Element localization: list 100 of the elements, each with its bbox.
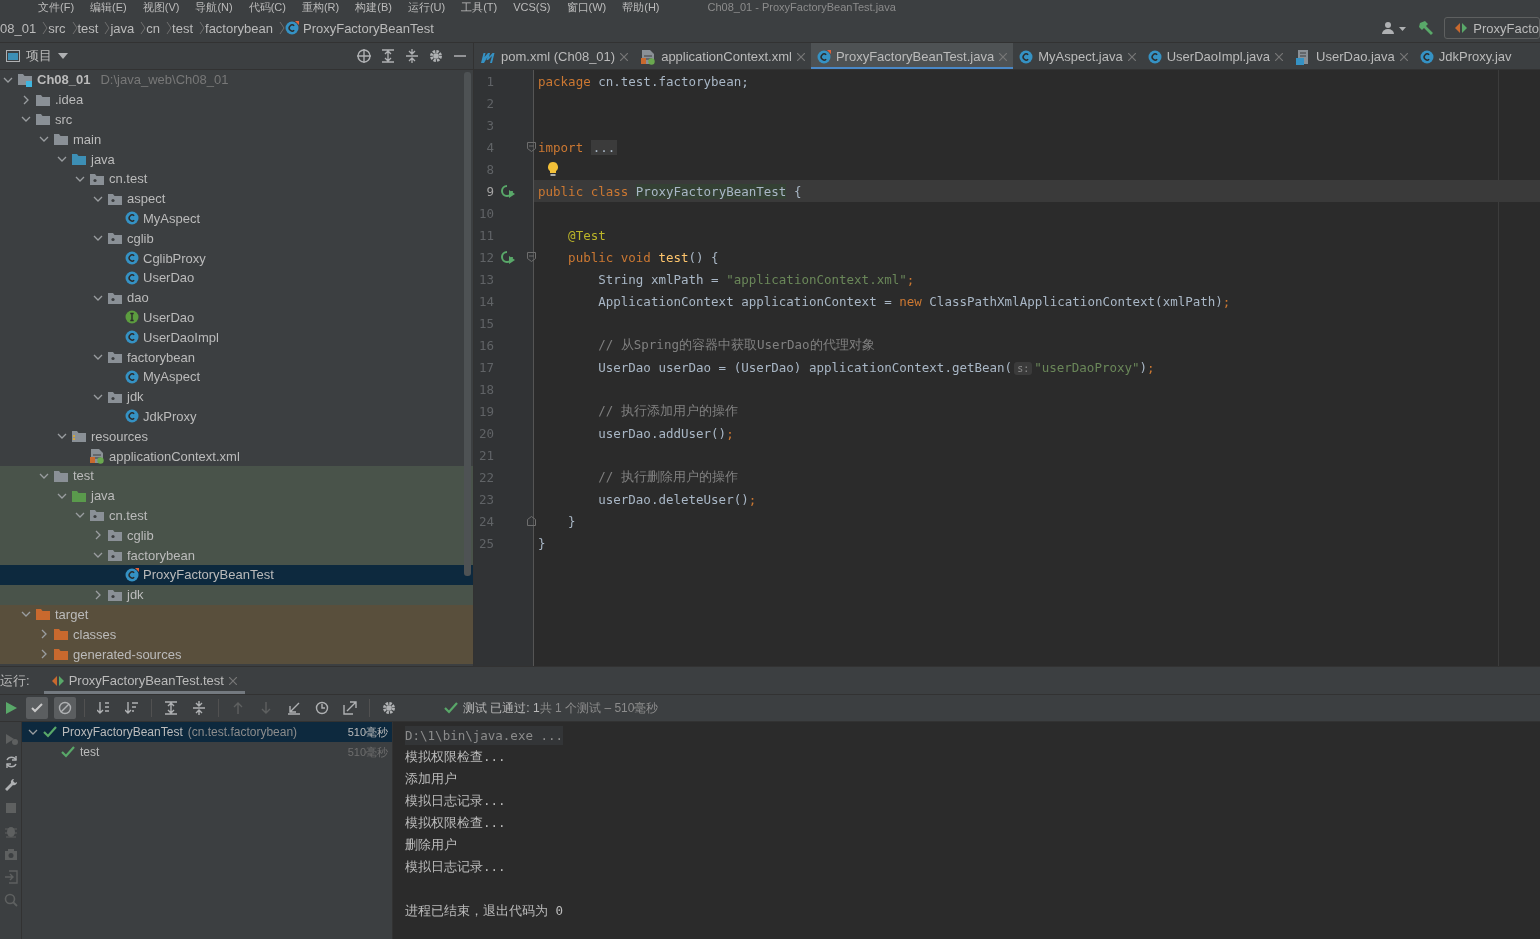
run-configuration[interactable]: ProxyFacto [1444, 17, 1540, 39]
menu-item[interactable]: 工具(T) [453, 0, 506, 14]
project-view-selector[interactable]: 项目 [6, 47, 68, 65]
editor-tab[interactable]: applicationContext.xml [634, 43, 811, 69]
run-tab[interactable]: ProxyFactoryBeanTest.test [43, 667, 245, 694]
tree-item[interactable]: main [0, 129, 473, 150]
toggle-auto-test-icon[interactable] [3, 755, 18, 769]
tree-item[interactable]: factorybean [0, 347, 473, 367]
editor-tab[interactable]: ProxyFactoryBeanTest.java [810, 43, 1014, 69]
locate-icon[interactable] [357, 49, 371, 63]
breadcrumb-item[interactable]: ProxyFactoryBeanTest [284, 20, 440, 36]
package-icon [107, 587, 123, 602]
sort-alphabetically-icon[interactable] [97, 701, 111, 715]
tree-item[interactable]: UserDao [0, 267, 473, 288]
breadcrumb-item[interactable]: factorybean [205, 20, 279, 36]
class-icon [1019, 49, 1034, 64]
tree-item[interactable]: cn.test [0, 169, 473, 189]
breadcrumb-item[interactable]: java [110, 20, 141, 36]
show-passed-icon[interactable] [30, 701, 44, 715]
folder-icon [35, 112, 51, 127]
close-icon[interactable] [620, 52, 629, 61]
menu-item[interactable]: 视图(V) [134, 0, 188, 14]
test-tree-item[interactable]: ProxyFactoryBeanTest (cn.test.factorybean) 510毫秒 [22, 722, 392, 742]
class-icon [125, 211, 139, 226]
close-icon[interactable] [228, 676, 237, 685]
tree-item[interactable]: CglibProxy [0, 248, 473, 268]
tree-item[interactable]: generated-sources [0, 644, 473, 664]
close-icon[interactable] [1275, 52, 1284, 61]
code-line: @Test [567, 227, 606, 243]
sort-by-duration-icon[interactable] [125, 701, 139, 715]
collapse-all-icon[interactable] [405, 49, 419, 63]
menu-item[interactable]: 运行(U) [399, 0, 454, 14]
tree-item[interactable]: aspect [0, 188, 473, 209]
chevron-right-icon [140, 21, 147, 35]
menu-item[interactable]: 编辑(E) [82, 0, 135, 14]
breadcrumb-item[interactable]: test [172, 20, 200, 36]
tree-item[interactable]: UserDao [0, 307, 473, 328]
wrench-icon[interactable] [3, 778, 18, 792]
breadcrumb-item[interactable]: 08_01 [0, 20, 43, 36]
tree-item[interactable]: MyAspect [0, 366, 473, 387]
menu-item[interactable]: 帮助(H) [614, 0, 668, 14]
tree-item[interactable]: java [0, 149, 473, 169]
editor-tab[interactable]: JdkProxy.jav [1413, 43, 1518, 69]
test-status: 测试 已通过: 1共 1 个测试 – 510毫秒 [444, 699, 659, 717]
close-icon[interactable] [1399, 52, 1408, 61]
tree-item[interactable]: applicationContext.xml [0, 446, 473, 466]
editor-tab[interactable]: MyAspect.java [1013, 43, 1142, 69]
tree-item[interactable]: MyAspect [0, 208, 473, 229]
tree-item[interactable]: classes [0, 624, 473, 645]
menu-item[interactable]: 重构(R) [293, 0, 348, 14]
hammer-icon[interactable] [1418, 20, 1435, 36]
tree-item[interactable]: cglib [0, 228, 473, 249]
chevron-down-icon[interactable] [28, 727, 38, 737]
close-icon[interactable] [1127, 52, 1136, 61]
run-test-icon[interactable] [500, 250, 516, 264]
tree-item[interactable]: target [0, 604, 473, 625]
tree-item[interactable]: UserDaoImpl [0, 327, 473, 348]
close-icon[interactable] [796, 52, 805, 61]
user-dropdown-icon[interactable] [1382, 21, 1409, 35]
menu-item[interactable]: 文件(F) [30, 0, 83, 14]
menu-item[interactable]: 导航(N) [187, 0, 241, 14]
menu-item[interactable]: 构建(B) [347, 0, 400, 14]
fold-icon[interactable] [527, 142, 536, 152]
run-icon[interactable] [4, 701, 18, 715]
run-config-icon [1455, 22, 1468, 34]
tree-item[interactable]: JdkProxy [0, 406, 473, 427]
tree-item[interactable]: src [0, 109, 473, 130]
fold-icon[interactable] [527, 252, 536, 262]
tree-item[interactable]: test [0, 465, 473, 486]
breadcrumb-item[interactable]: cn [146, 20, 167, 36]
menu-item[interactable]: VCS(S) [505, 0, 559, 14]
editor-tab[interactable]: UserDao.java [1289, 43, 1414, 69]
tree-item[interactable]: resources [0, 426, 473, 447]
editor-tab[interactable]: UserDaoImpl.java [1141, 43, 1290, 69]
light-bulb-icon[interactable] [547, 162, 559, 176]
menu-item[interactable]: 窗口(W) [558, 0, 615, 14]
history-icon[interactable] [315, 701, 329, 715]
collapse-all-icon[interactable] [192, 701, 206, 715]
tree-item[interactable]: cglib [0, 525, 473, 546]
tree-item[interactable]: dao [0, 287, 473, 308]
show-ignored-icon[interactable] [58, 701, 72, 715]
expand-all-icon[interactable] [381, 49, 395, 63]
tree-item[interactable]: factorybean [0, 545, 473, 565]
run-test-icon[interactable] [500, 184, 516, 198]
xml-file-icon [640, 48, 657, 65]
tree-item[interactable]: jdk [0, 584, 473, 605]
fold-end-icon[interactable] [527, 516, 536, 526]
tree-item[interactable]: jdk [0, 386, 473, 407]
settings-icon[interactable] [382, 701, 396, 715]
export-icon[interactable] [343, 701, 357, 715]
import-icon[interactable] [287, 701, 301, 715]
tree-item[interactable]: Ch08_01 D:\java_web\Ch08_01 [0, 70, 473, 90]
menu-item[interactable]: 代码(C) [240, 0, 294, 14]
settings-icon[interactable] [429, 49, 443, 63]
expand-all-icon[interactable] [164, 701, 178, 715]
breadcrumb-item[interactable]: src [48, 20, 72, 36]
excluded-folder-icon [53, 627, 69, 642]
breadcrumb-item[interactable]: test [77, 20, 105, 36]
tree-item[interactable]: .idea [0, 89, 473, 110]
editor-tab[interactable]: pom.xml (Ch08_01) [474, 43, 635, 69]
